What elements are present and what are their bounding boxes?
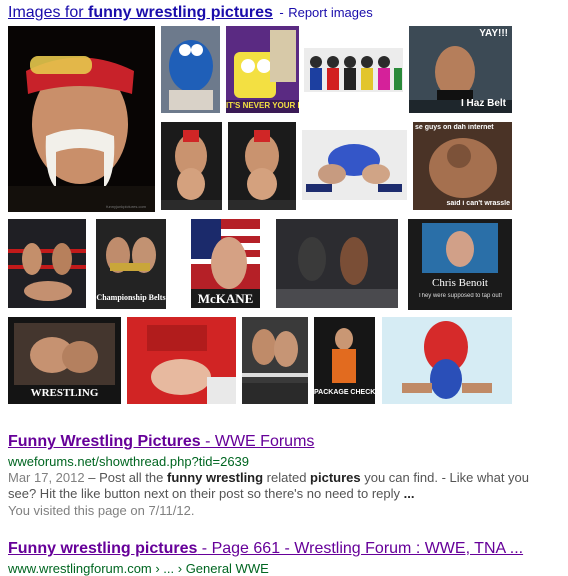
thumb-caption: Championship Belts: [96, 293, 166, 302]
result-url: www.wrestlingforum.com › ... › General W…: [8, 561, 269, 576]
result-url: wweforums.net/showthread.php?tid=2639: [8, 454, 250, 469]
header-separator: -: [279, 5, 284, 20]
image-thumbnail[interactable]: [382, 317, 512, 404]
image-thumbnail[interactable]: [8, 219, 86, 308]
search-result: Funny wrestling pictures - Page 661 - Wr…: [8, 540, 548, 576]
thumb-caption: PACKAGE CHECK: [314, 389, 375, 396]
image-thumbnail[interactable]: Championship Belts: [96, 219, 166, 309]
image-thumbnail[interactable]: [242, 317, 308, 404]
thumb-caption: IT'S NEVER YOUR FAULT!: [226, 101, 299, 110]
result-title-link[interactable]: Funny wrestling pictures - Page 661 - Wr…: [8, 540, 523, 557]
report-images-link[interactable]: Report images: [288, 5, 373, 20]
image-thumbnail[interactable]: [304, 48, 403, 92]
thumb-caption: McKANE: [197, 291, 254, 306]
image-thumbnail[interactable]: funnyjunkpictures.com: [8, 26, 155, 212]
result-title-link[interactable]: Funny Wrestling Pictures - WWE Forums: [8, 433, 314, 450]
image-thumbnail[interactable]: PACKAGE CHECK: [314, 317, 375, 404]
thumb-caption: se guys on dah internet: [415, 124, 494, 131]
thumb-caption: YAY!!!: [479, 28, 508, 39]
image-thumbnail[interactable]: [228, 122, 296, 210]
image-thumbnail[interactable]: [276, 219, 398, 308]
result-date: Mar 17, 2012: [8, 470, 85, 485]
image-thumbnail[interactable]: [161, 122, 222, 210]
thumb-caption: said i can't wrassle: [446, 200, 510, 207]
image-thumbnail[interactable]: Chris Benoit They were supposed to tap o…: [408, 219, 512, 310]
image-thumbnail[interactable]: [161, 26, 220, 113]
thumb-caption: I Haz Belt: [460, 98, 506, 109]
image-results-header: Images for funny wrestling pictures - Re…: [8, 4, 373, 22]
image-thumbnail[interactable]: [127, 317, 236, 404]
thumb-caption: Chris Benoit: [432, 277, 488, 289]
search-result: Funny Wrestling Pictures - WWE Forums ww…: [8, 433, 548, 518]
result-snippet: Mar 17, 2012 – Post all the funny wrestl…: [8, 470, 529, 501]
thumb-caption: WRESTLING: [30, 387, 99, 399]
image-thumbnail[interactable]: IT'S NEVER YOUR FAULT!: [226, 26, 299, 113]
image-thumbnail[interactable]: McKANE: [191, 219, 260, 308]
thumb-caption: They were supposed to tap out!: [417, 293, 503, 299]
images-for-link[interactable]: Images for funny wrestling pictures: [8, 4, 273, 21]
image-thumbnail[interactable]: WRESTLING: [8, 317, 121, 404]
image-thumbnail[interactable]: YAY!!! I Haz Belt: [409, 26, 512, 113]
thumb-caption: funnyjunkpictures.com: [106, 204, 146, 209]
image-thumbnail[interactable]: [302, 130, 407, 200]
result-visited-note: You visited this page on 7/11/12.: [8, 503, 195, 518]
image-thumbnail[interactable]: se guys on dah internet said i can't wra…: [413, 122, 512, 210]
